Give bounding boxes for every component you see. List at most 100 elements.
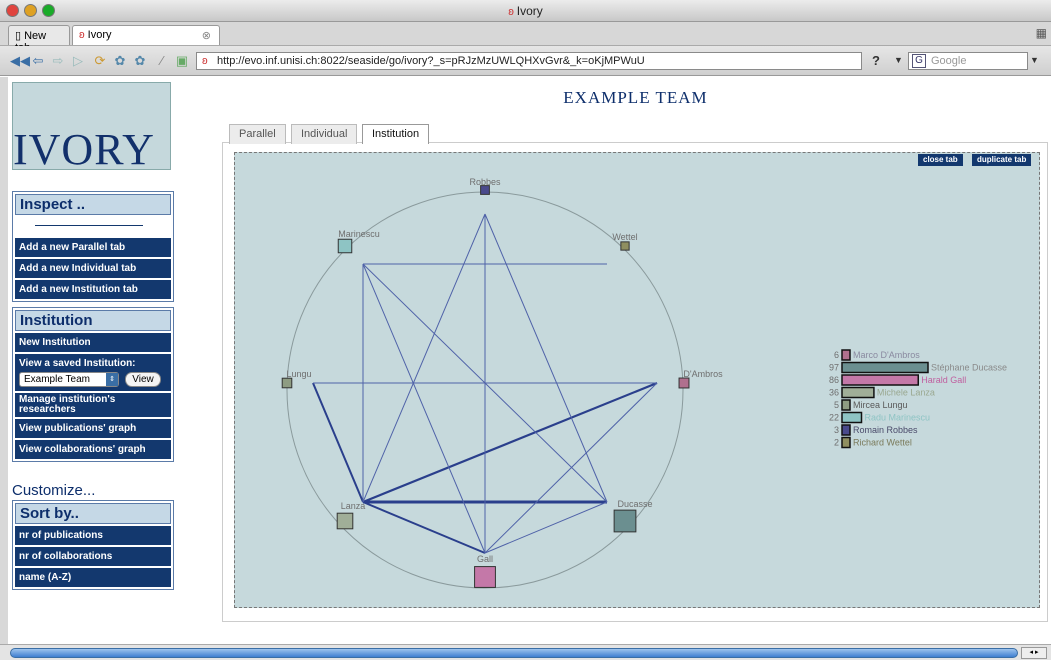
graph-edge — [484, 213, 608, 503]
graph-node — [620, 241, 630, 251]
legend-name: Marco D'Ambros — [853, 350, 920, 360]
sort-by-publications-button[interactable]: nr of publications — [15, 526, 171, 545]
graph-node-label: Wettel — [612, 232, 637, 242]
legend-name: Harald Gall — [921, 375, 966, 385]
saved-institution-box: View a saved Institution: Example Team ⇕ … — [15, 354, 171, 391]
browser-tab-new[interactable]: ▯ New tab — [8, 25, 70, 54]
tab-list-icon[interactable]: ▦ — [1036, 26, 1047, 40]
legend-count: 22 — [829, 413, 839, 423]
help-icon[interactable]: ? — [872, 53, 880, 68]
legend-count: 97 — [829, 363, 839, 373]
view-saved-label: View a saved Institution: — [19, 358, 136, 369]
search-engine-dropdown-icon[interactable]: ▼ — [1030, 55, 1039, 65]
graph-edge — [484, 501, 608, 554]
url-text: http://evo.inf.unisi.ch:8022/seaside/go/… — [217, 55, 645, 67]
browser-window: ʚIvory ▯ New tab ʚ Ivory ⊗ ▦ ◀◀ ⇦ ⇨ ▷ ⟳ ✿… — [0, 0, 1051, 660]
new-institution-button[interactable]: New Institution — [15, 333, 171, 352]
graph-node-label: Lanza — [341, 501, 366, 511]
legend-name: Romain Robbes — [853, 425, 918, 435]
legend-name: Mircea Lungu — [853, 400, 908, 410]
close-tab-button[interactable]: close tab — [918, 154, 963, 166]
tab-parallel[interactable]: Parallel — [229, 124, 286, 144]
home-icon[interactable]: ✿ — [112, 53, 128, 69]
divider — [35, 225, 143, 226]
first-icon[interactable]: ◀◀ — [10, 53, 30, 69]
customize-label: Customize... — [12, 482, 96, 499]
last-icon[interactable]: ▷ — [70, 53, 86, 69]
legend-bar — [841, 424, 851, 436]
add-individual-tab-button[interactable]: Add a new Individual tab — [15, 259, 171, 278]
graph-node-label: Robbes — [469, 177, 501, 187]
graph-canvas: Robbes Wettel D'Ambros Ducasse Gall Lanza Lung… — [234, 152, 1040, 608]
tab-institution[interactable]: Institution — [362, 124, 430, 144]
view-publications-graph-button[interactable]: View publications' graph — [15, 419, 171, 438]
select-arrows-icon: ⇕ — [106, 373, 118, 386]
legend-name: Michele Lanza — [877, 388, 935, 398]
add-parallel-tab-button[interactable]: Add a new Parallel tab — [15, 238, 171, 257]
legend-bar — [841, 361, 929, 374]
graph-node-label: Marinescu — [338, 229, 380, 239]
search-field[interactable]: G Google — [908, 52, 1028, 70]
institution-heading: Institution — [15, 310, 171, 331]
ivory-favicon-icon: ʚ — [508, 6, 514, 18]
back-icon[interactable]: ⇦ — [30, 53, 46, 69]
inspect-heading: Inspect .. — [15, 194, 171, 215]
graph-node — [613, 509, 637, 533]
legend-bar — [841, 374, 919, 386]
graph-node-label: Gall — [477, 554, 493, 564]
sort-by-name-button[interactable]: name (A-Z) — [15, 568, 171, 587]
navigation-bar: ◀◀ ⇦ ⇨ ▷ ⟳ ✿ ✿ ⁄ ▣ ʚ http://evo.inf.unisi… — [0, 46, 1051, 76]
graph-node — [474, 566, 496, 588]
url-field[interactable]: ʚ http://evo.inf.unisi.ch:8022/seaside/go… — [196, 52, 862, 70]
view-collaborations-graph-button[interactable]: View collaborations' graph — [15, 440, 171, 459]
sort-panel: Sort by.. nr of publications nr of colla… — [12, 500, 174, 590]
view-button[interactable]: View — [125, 372, 161, 387]
legend-count: 6 — [834, 350, 839, 360]
collaboration-graph: Robbes Wettel D'Ambros Ducasse Gall Lanza Lung… — [281, 177, 1007, 589]
browser-tab-ivory[interactable]: ʚ Ivory ⊗ — [72, 25, 220, 45]
legend-name: Stéphane Ducasse — [931, 363, 1007, 373]
manage-researchers-button[interactable]: Manage institution's researchers — [15, 393, 171, 417]
close-tab-icon[interactable]: ⊗ — [202, 29, 211, 42]
page-title: EXAMPLE TEAM — [563, 88, 708, 107]
add-institution-tab-button[interactable]: Add a new Institution tab — [15, 280, 171, 299]
legend-bar — [841, 436, 851, 449]
legend-name: Radu Marinescu — [865, 413, 931, 423]
legend-count: 2 — [834, 438, 839, 448]
institution-select[interactable]: Example Team ⇕ — [19, 372, 119, 387]
edit-icon[interactable]: ⁄ — [154, 53, 170, 69]
page-icon[interactable]: ▣ — [174, 53, 190, 69]
legend-bar — [841, 399, 851, 411]
legend-name: Richard Wettel — [853, 438, 912, 448]
ivory-favicon-icon: ʚ — [79, 29, 88, 41]
ivory-favicon-icon: ʚ — [202, 55, 208, 67]
inspect-panel: Inspect .. Add a new Parallel tab Add a … — [12, 191, 174, 302]
tab-individual[interactable]: Individual — [291, 124, 358, 144]
status-bar: ◂ ▸ — [0, 644, 1051, 660]
legend-count: 3 — [834, 425, 839, 435]
browser-tab-label: Ivory — [87, 29, 112, 41]
duplicate-tab-button[interactable]: duplicate tab — [972, 154, 1032, 166]
google-icon: G — [912, 54, 926, 68]
scroll-arrows-icon[interactable]: ◂ ▸ — [1021, 647, 1047, 659]
window-title: ʚ Ivory — [0, 4, 1051, 18]
graph-node — [281, 377, 293, 389]
legend-bar — [841, 349, 851, 361]
ivory-logo: IVORY — [12, 82, 171, 170]
browser-tab-bar: ▯ New tab ʚ Ivory ⊗ ▦ — [0, 22, 1051, 54]
graph-node — [678, 377, 690, 389]
bookmark-icon[interactable]: ✿ — [132, 53, 148, 69]
reload-icon[interactable]: ⟳ — [92, 53, 108, 69]
legend-count: 86 — [829, 375, 839, 385]
horizontal-scrollbar[interactable] — [10, 648, 1018, 658]
graph-node-label: Ducasse — [617, 499, 652, 509]
sort-by-collaborations-button[interactable]: nr of collaborations — [15, 547, 171, 566]
forward-icon[interactable]: ⇨ — [50, 53, 66, 69]
logo-text: IVORY — [13, 125, 155, 170]
institution-panel: Institution New Institution View a saved… — [12, 307, 174, 462]
dropdown-arrow-icon[interactable]: ▼ — [894, 55, 903, 65]
legend-count: 36 — [829, 388, 839, 398]
search-placeholder: Google — [931, 55, 967, 67]
legend-count: 5 — [834, 400, 839, 410]
graph-node-label: D'Ambros — [683, 369, 723, 379]
